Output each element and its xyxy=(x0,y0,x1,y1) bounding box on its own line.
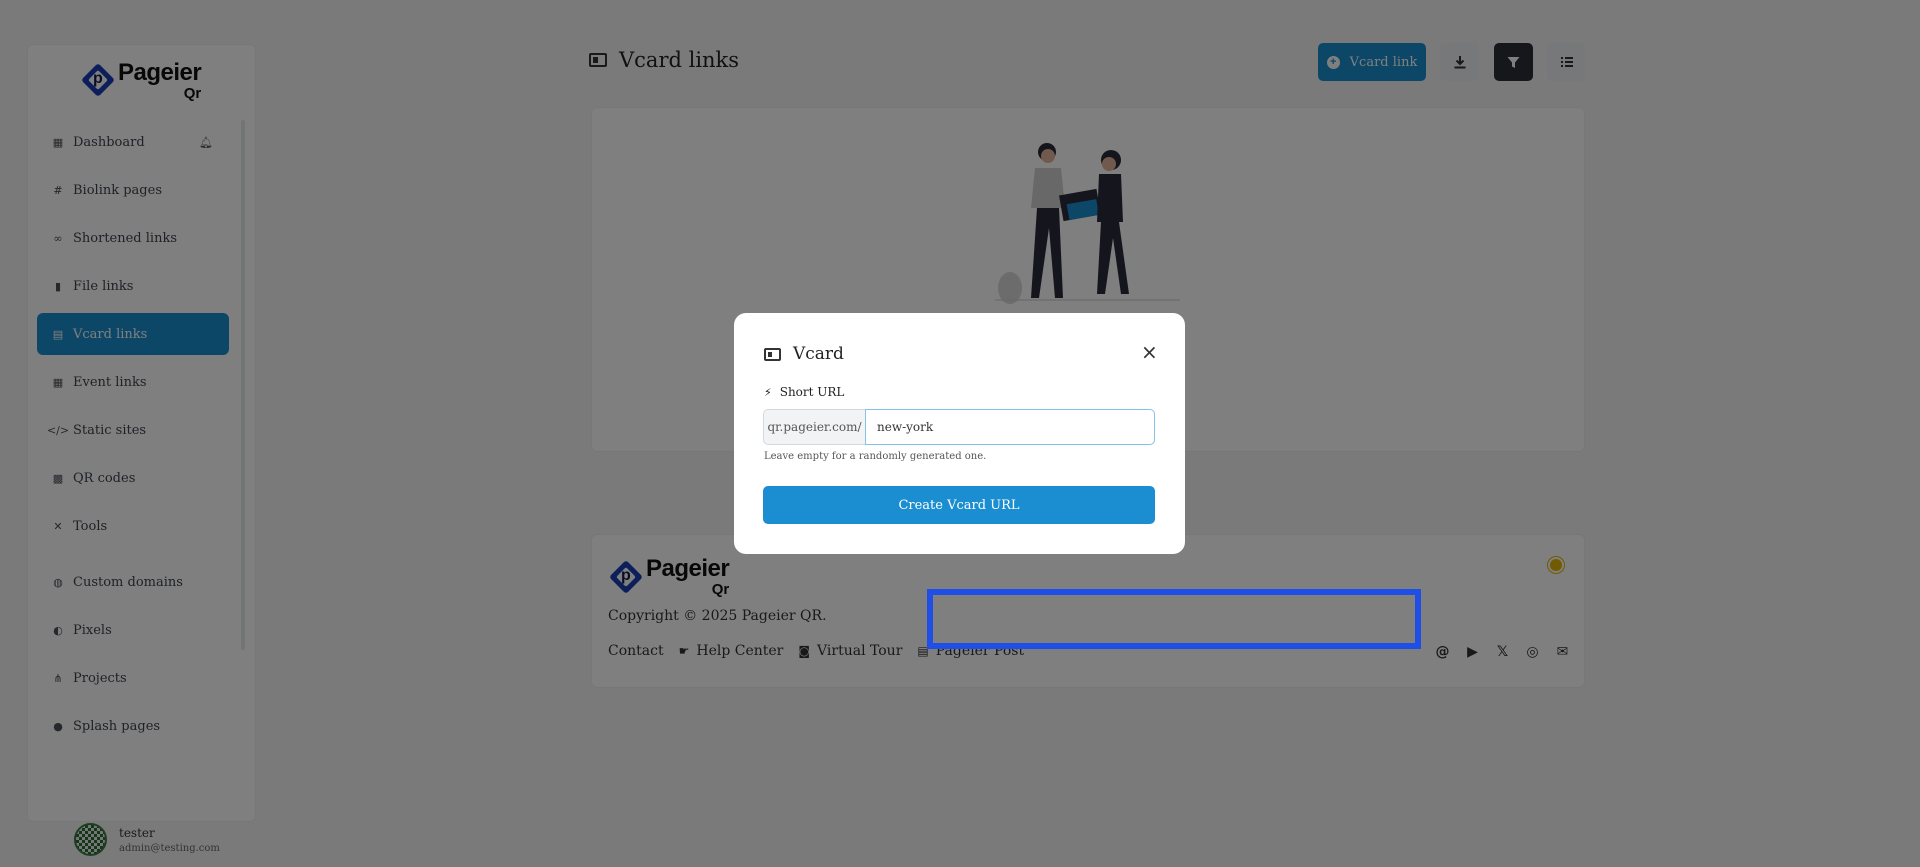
highlight-box xyxy=(927,589,1421,649)
short-url-help: Leave empty for a randomly generated one… xyxy=(764,451,987,462)
url-prefix: qr.pageier.com/ xyxy=(763,409,865,445)
short-url-group: qr.pageier.com/ xyxy=(763,409,1155,445)
vcard-modal: Vcard × ⚡︎ Short URL qr.pageier.com/ Lea… xyxy=(734,313,1185,554)
close-icon[interactable]: × xyxy=(1141,342,1158,362)
short-url-label: ⚡︎ Short URL xyxy=(764,385,844,399)
short-url-label-text: Short URL xyxy=(779,385,845,399)
create-vcard-url-button[interactable]: Create Vcard URL xyxy=(763,486,1155,524)
modal-title-text: Vcard xyxy=(793,344,844,364)
short-url-input[interactable] xyxy=(865,409,1155,445)
modal-title: Vcard xyxy=(764,344,844,364)
bolt-icon: ⚡︎ xyxy=(764,385,772,399)
id-card-icon xyxy=(764,347,781,361)
